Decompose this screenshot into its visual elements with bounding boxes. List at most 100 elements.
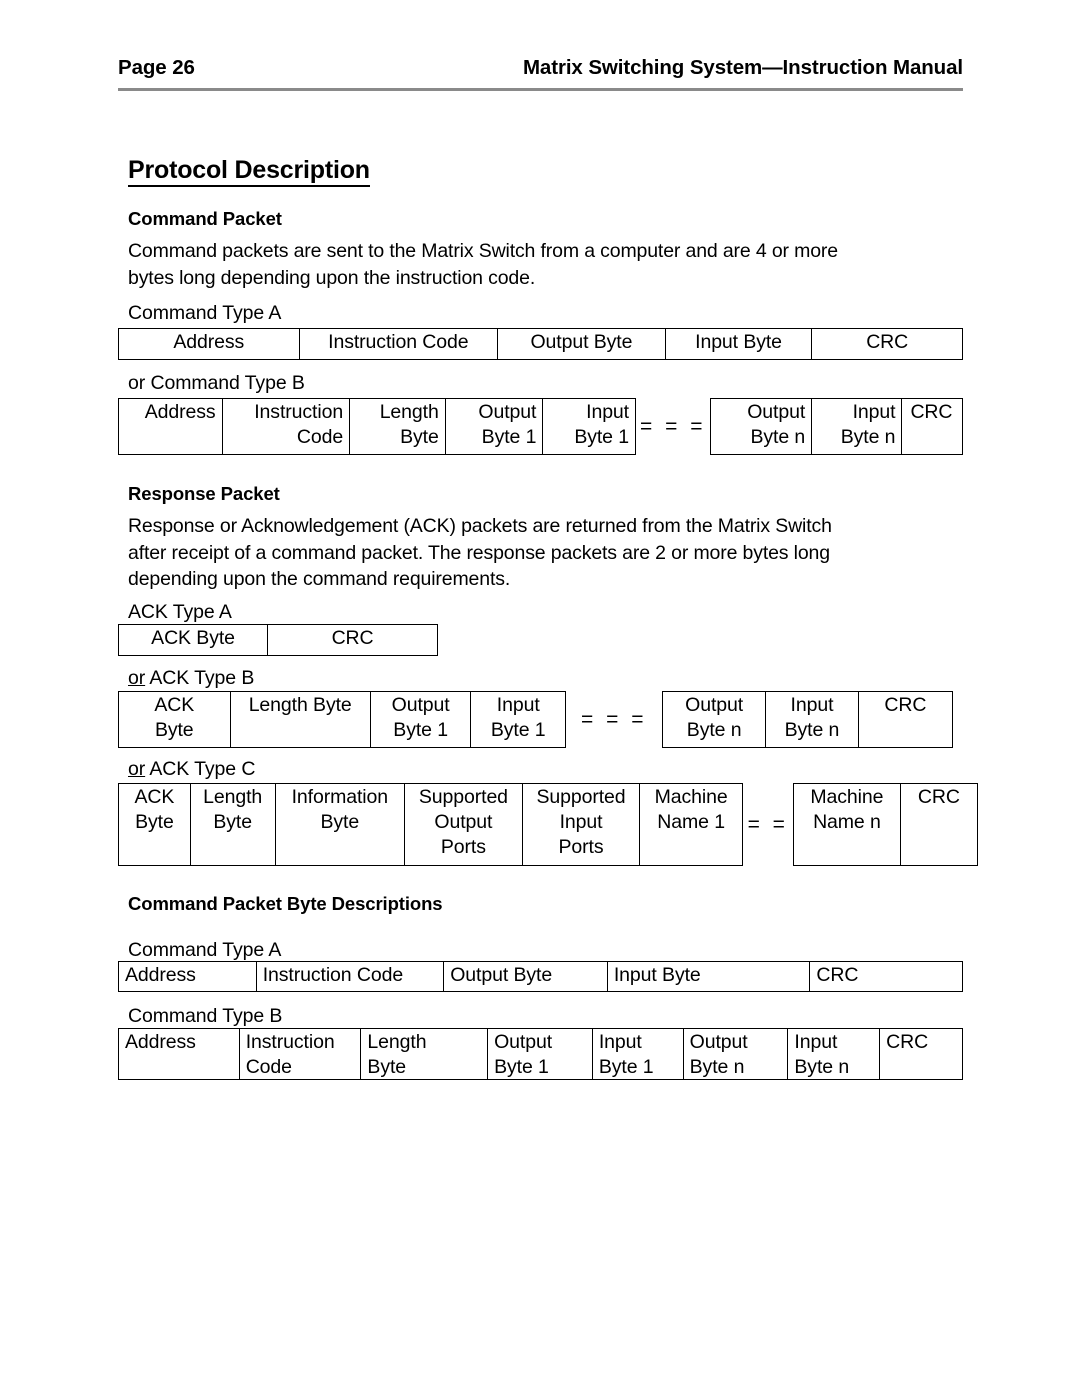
cell-line-1: Output [391, 694, 450, 716]
caption-or-command-type-b: or Command Type B [128, 372, 305, 395]
cell-line-1: Address [173, 331, 245, 353]
cell-line-1: Length [367, 1031, 427, 1053]
caption-command-type-a: Command Type A [128, 302, 282, 324]
cell-line-1: CRC [816, 964, 859, 986]
paragraph-response-packet: Response or Acknowledgement (ACK) packet… [128, 513, 962, 593]
caption-or-ack-type-b: or ACK Type B [128, 667, 254, 690]
table-segment-right: Output Byte n Input Byte n CRC [662, 691, 953, 748]
cell-line-1: ACK [154, 694, 195, 716]
cell-line-1: Input [794, 1031, 838, 1053]
cell-line-2: Output [434, 811, 493, 833]
table-cell: CRC [810, 962, 962, 991]
cell-line-1: Address [144, 401, 216, 423]
cell-line-1: Output [747, 401, 806, 423]
cell-line-2: Byte [135, 811, 174, 833]
table-cell: Output Byte [444, 962, 608, 991]
cell-line-1: Supported [418, 786, 508, 808]
caption-text: ACK Type C [145, 758, 256, 780]
cell-line-1: Instruction Code [328, 331, 469, 353]
page-number-label: Page 26 [118, 56, 195, 79]
heading-command-packet-byte-descriptions: Command Packet Byte Descriptions [128, 893, 443, 914]
table-cell: Input Byte 1 [593, 1029, 684, 1079]
cell-line-1: Instruction [245, 1031, 335, 1053]
heading-response-packet: Response Packet [128, 483, 280, 504]
table-cell: Length Byte [361, 1029, 489, 1079]
cell-line-1: Length Byte [248, 694, 352, 716]
caption-text: ACK Type B [145, 667, 255, 689]
cell-line-1: Output [685, 694, 744, 716]
table-cell: Output Byte n [663, 692, 767, 747]
table-cell: Supported Input Ports [523, 784, 641, 865]
table-segment-left: Address Instruction Code Length Byte Out… [118, 398, 636, 455]
cell-line-2: Input [559, 811, 603, 833]
caption-or-ack-type-c: or ACK Type C [128, 758, 255, 781]
caption-text: Command Type B [150, 372, 305, 394]
header-rule [118, 88, 963, 91]
table-cell: Instruction Code [257, 962, 445, 991]
cell-line-1: CRC [886, 1031, 929, 1053]
caption-prefix-underlined: or [128, 667, 146, 689]
cell-line-2: Byte [367, 1056, 407, 1078]
caption-ack-type-a: ACK Type A [128, 601, 232, 623]
table-ack-type-b: ACK Byte Length Byte Output Byte 1 Input… [118, 691, 953, 748]
document-page: Page 26 Matrix Switching System—Instruct… [0, 0, 1080, 1397]
page-header: Page 26 Matrix Switching System—Instruct… [118, 56, 963, 80]
paragraph-line: Command packets are sent to the Matrix S… [128, 240, 838, 262]
table-cell: CRC [859, 692, 952, 747]
table-cell: Instruction Code [223, 399, 351, 454]
cell-line-2: Byte n [840, 426, 896, 448]
table-cell: Length Byte [191, 784, 276, 865]
table-cell: Output Byte n [684, 1029, 789, 1079]
cell-line-1: Address [125, 1031, 196, 1053]
table-cell: Output Byte 1 [371, 692, 472, 747]
cell-line-1: Output Byte [530, 331, 633, 353]
cell-line-1: Instruction Code [262, 964, 404, 986]
cell-line-2: Byte [154, 719, 194, 741]
cell-line-1: Supported [536, 786, 626, 808]
table-command-type-b: Address Instruction Code Length Byte Out… [118, 398, 963, 455]
cell-line-2: Byte n [794, 1056, 850, 1078]
cell-line-1: Input [790, 694, 834, 716]
paragraph-line: Response or Acknowledgement (ACK) packet… [128, 515, 832, 537]
table-cell: Instruction Code [240, 1029, 362, 1079]
manual-title-label: Matrix Switching System—Instruction Manu… [522, 56, 963, 79]
caption-desc-command-type-a: Command Type A [128, 939, 282, 961]
table-ellipsis-separator: = = = [581, 707, 647, 731]
cell-line-1: CRC [910, 401, 953, 423]
cell-line-1: Output [478, 401, 537, 423]
table-cell: CRC [880, 1029, 962, 1079]
table-cell: ACK Byte [119, 784, 191, 865]
page-title: Protocol Description [128, 157, 370, 187]
table-cell: Output Byte 1 [488, 1029, 593, 1079]
cell-line-2: Byte [320, 811, 360, 833]
cell-line-2: Name n [813, 811, 881, 833]
table-segment: Address Instruction Code Length Byte Out… [118, 1028, 963, 1080]
cell-line-2: Byte n [689, 1056, 745, 1078]
cell-line-2: Byte n [686, 719, 742, 741]
table-cell: CRC [268, 625, 437, 655]
table-cell: CRC [812, 329, 962, 359]
table-cell: Length Byte [350, 399, 446, 454]
cell-line-3: Ports [440, 836, 486, 858]
table-ack-type-c: ACK Byte Length Byte Information Byte Su… [118, 783, 978, 866]
cell-line-2: Byte n [784, 719, 840, 741]
table-cell: Machine Name n [794, 784, 901, 865]
caption-prefix: or [128, 372, 151, 394]
cell-line-1: CRC [917, 786, 960, 808]
cell-line-1: Input [852, 401, 896, 423]
table-segment: Address Instruction Code Output Byte Inp… [118, 328, 963, 360]
table-cell: Input Byte n [788, 1029, 881, 1079]
cell-line-1: Instruction [254, 401, 344, 423]
table-cell: Address [119, 1029, 240, 1079]
paragraph-command-packet: Command packets are sent to the Matrix S… [128, 238, 962, 291]
cell-line-1: CRC [884, 694, 927, 716]
caption-desc-command-type-b: Command Type B [128, 1005, 283, 1027]
table-cell: Address [119, 329, 300, 359]
cell-line-2: Code [296, 426, 344, 448]
cell-line-2: Name 1 [657, 811, 725, 833]
heading-command-packet: Command Packet [128, 208, 282, 229]
table-segment-left: ACK Byte Length Byte Information Byte Su… [118, 783, 743, 866]
table-cell: Input Byte n [766, 692, 859, 747]
table-cell: Information Byte [276, 784, 406, 865]
cell-line-1: ACK Byte [151, 627, 235, 649]
